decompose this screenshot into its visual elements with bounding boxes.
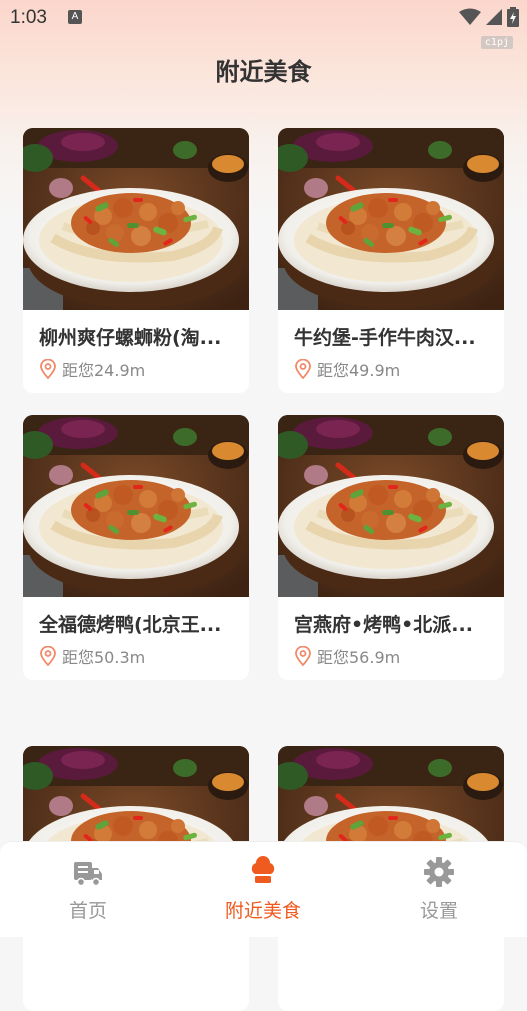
distance-row: 距您49.9m	[294, 357, 400, 381]
location-pin-icon	[40, 646, 56, 666]
restaurant-distance: 距您50.3m	[62, 648, 146, 667]
wifi-icon	[459, 8, 481, 25]
notification-icon: A	[68, 10, 82, 24]
distance-row: 距您24.9m	[39, 357, 145, 381]
restaurant-name: 全福德烤鸭(北京王...	[39, 614, 222, 636]
status-time: 1:03	[10, 7, 47, 28]
battery-icon	[507, 7, 519, 27]
restaurant-image	[278, 415, 504, 597]
restaurant-card[interactable]: 全福德烤鸭(北京王... 距您50.3m	[23, 415, 249, 680]
restaurant-card[interactable]: 宫燕府•烤鸭•北派... 距您56.9m	[278, 415, 504, 680]
location-pin-icon	[40, 359, 56, 379]
location-pin-icon	[295, 359, 311, 379]
gear-icon	[424, 857, 454, 887]
tab-nearby-food[interactable]: 附近美食	[203, 856, 323, 923]
restaurant-image	[23, 128, 249, 310]
restaurant-distance: 距您24.9m	[62, 361, 146, 380]
watermark-badge: c1pj	[480, 36, 513, 49]
bottom-tab-bar: 首页 附近美食 设置	[0, 841, 527, 937]
system-icons	[459, 6, 519, 28]
page-title: 附近美食	[215, 58, 312, 86]
truck-icon	[74, 862, 102, 887]
restaurant-image	[23, 415, 249, 597]
tab-settings-label: 设置	[419, 900, 458, 922]
distance-row: 距您56.9m	[294, 644, 400, 668]
restaurant-image	[278, 128, 504, 310]
restaurant-distance: 距您56.9m	[317, 648, 401, 667]
tab-settings[interactable]: 设置	[379, 856, 499, 923]
tab-home-label: 首页	[68, 900, 107, 922]
tab-nearby-food-label: 附近美食	[224, 900, 301, 922]
signal-icon	[486, 9, 502, 25]
restaurant-card[interactable]: 柳州爽仔螺蛳粉(淘... 距您24.9m	[23, 128, 249, 393]
tab-home[interactable]: 首页	[28, 856, 148, 923]
status-bar: 1:03 A	[0, 0, 527, 36]
location-pin-icon	[295, 646, 311, 666]
restaurant-name: 宫燕府•烤鸭•北派...	[294, 614, 473, 636]
restaurant-distance: 距您49.9m	[317, 361, 401, 380]
distance-row: 距您50.3m	[39, 644, 145, 668]
restaurant-name: 柳州爽仔螺蛳粉(淘...	[39, 327, 222, 349]
restaurant-name: 牛约堡-手作牛肉汉...	[294, 327, 476, 349]
chef-hat-icon	[251, 856, 275, 883]
restaurant-card[interactable]: 牛约堡-手作牛肉汉... 距您49.9m	[278, 128, 504, 393]
